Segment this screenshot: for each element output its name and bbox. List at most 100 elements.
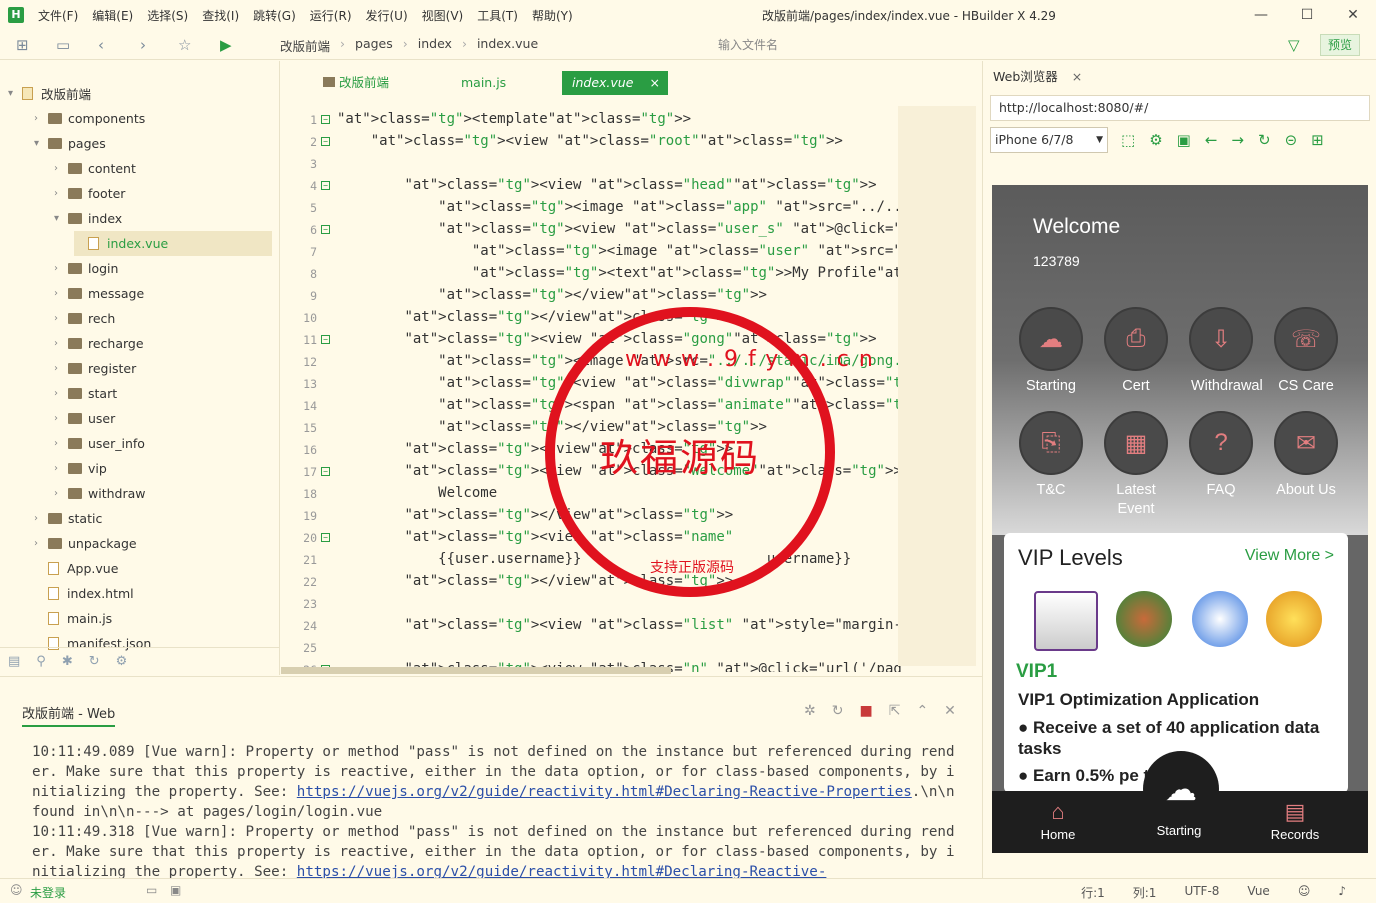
fold-icon[interactable]: −	[321, 137, 330, 146]
screenshot-icon[interactable]: ⬚	[1121, 131, 1135, 149]
device-select[interactable]: iPhone 6/7/8 ▼	[990, 127, 1108, 153]
feedback-icon[interactable]: ☺	[1298, 884, 1311, 901]
debug-icon[interactable]: ✲	[804, 703, 816, 719]
view-more-link[interactable]: View More >	[1245, 547, 1334, 565]
fold-icon[interactable]: −	[321, 335, 330, 344]
tree-item[interactable]: › content	[54, 156, 136, 181]
menu-item[interactable]: 选择(S)	[147, 7, 188, 24]
tab-project[interactable]: 改版前端	[313, 71, 399, 95]
nav-starting[interactable]: Starting	[1139, 823, 1219, 838]
code-line[interactable]: "at">class="tg"></view"at">class="tg">>	[337, 309, 733, 325]
lock-icon[interactable]: ⊝	[1285, 131, 1298, 149]
code-line[interactable]: "at">class="tg"><view "at">class="user_s…	[337, 221, 901, 237]
breadcrumb-item[interactable]: index	[418, 36, 452, 55]
code-line[interactable]: "at">class="tg"><view "at">class="divwra…	[337, 375, 901, 391]
cloud-upload-icon[interactable]: ☁	[1143, 751, 1219, 827]
code-line[interactable]: "at">class="tg"><view "at">class="list" …	[337, 617, 901, 633]
grid-item[interactable]: ⎘ T&C	[1008, 411, 1094, 500]
code-line[interactable]: "at">class="tg"></view"at">class="tg">>	[337, 507, 733, 523]
tab-index-vue[interactable]: index.vue ×	[562, 71, 668, 95]
export-icon[interactable]: ⇱	[889, 703, 901, 719]
code-line[interactable]: "at">class="tg"><view "at">class="Welcom…	[337, 463, 901, 479]
tree-item[interactable]: › user_info	[54, 431, 145, 456]
code-line[interactable]: {{user.username}} username}}	[337, 551, 851, 567]
minimize-button[interactable]: —	[1238, 0, 1284, 30]
tree-item[interactable]: index.vue	[74, 231, 272, 256]
tree-item[interactable]: App.vue	[34, 556, 118, 581]
grid-item[interactable]: ✉ About Us	[1263, 411, 1349, 500]
vip2-badge-icon[interactable]	[1116, 591, 1172, 647]
tree-item[interactable]: › login	[54, 256, 118, 281]
breadcrumb-item[interactable]: index.vue	[477, 36, 538, 55]
file-search-input[interactable]: 输入文件名	[690, 34, 1315, 56]
panel-icon[interactable]: ▭	[146, 883, 157, 897]
menu-item[interactable]: 查找(I)	[202, 7, 239, 24]
nav-records[interactable]: ▤ Records	[1255, 797, 1335, 842]
menu-item[interactable]: 帮助(Y)	[532, 7, 573, 24]
breadcrumb-item[interactable]: 改版前端	[280, 36, 330, 55]
tree-item[interactable]: › static	[34, 506, 102, 531]
code-line[interactable]: "at">class="tg"><span "at">class="animat…	[337, 397, 901, 413]
console-output[interactable]: 10:11:49.089 [Vue warn]: Property or met…	[32, 742, 962, 882]
save-icon[interactable]: ▭	[56, 36, 70, 54]
menu-item[interactable]: 运行(R)	[310, 7, 352, 24]
breadcrumb-item[interactable]: pages	[355, 36, 393, 55]
grid-item[interactable]: ▦ Latest Event	[1093, 411, 1179, 519]
stop-icon[interactable]: ■	[859, 703, 872, 719]
folder-icon[interactable]: ▤	[8, 654, 20, 669]
menu-item[interactable]: 视图(V)	[422, 7, 464, 24]
code-line[interactable]: "at">class="tg"><image "at">class="app" …	[337, 199, 901, 215]
code-line[interactable]: "at">class="tg"><template"at">class="tg"…	[337, 111, 691, 127]
menu-item[interactable]: 发行(U)	[366, 7, 408, 24]
close-icon[interactable]: ×	[650, 71, 660, 95]
console-icon[interactable]: ▣	[1177, 131, 1191, 149]
close-icon[interactable]: ×	[1072, 69, 1082, 84]
browser-tab[interactable]: Web浏览器 ×	[993, 66, 1082, 85]
plugin-icon[interactable]: ⚙	[116, 654, 128, 669]
bug-icon[interactable]: ✱	[62, 654, 73, 669]
code-line[interactable]: "at">class="tg"></view"at">class="tg">>	[337, 287, 767, 303]
encoding[interactable]: UTF-8	[1184, 884, 1219, 901]
fold-icon[interactable]: −	[321, 115, 330, 124]
grid-item[interactable]: ? FAQ	[1178, 411, 1264, 500]
bell-icon[interactable]: ♪	[1338, 884, 1346, 901]
tab-main-js[interactable]: main.js	[451, 71, 516, 95]
tree-item[interactable]: › message	[54, 281, 144, 306]
new-file-icon[interactable]: ⊞	[16, 36, 29, 54]
tree-item[interactable]: › start	[54, 381, 117, 406]
tree-item[interactable]: ▾ index	[54, 206, 122, 231]
restart-icon[interactable]: ↻	[832, 703, 844, 719]
nav-home[interactable]: ⌂ Home	[1018, 797, 1098, 842]
menu-item[interactable]: 工具(T)	[477, 7, 518, 24]
tree-item[interactable]: › withdraw	[54, 481, 145, 506]
fold-icon[interactable]: −	[321, 467, 330, 476]
cursor-line[interactable]: 行:1	[1081, 884, 1105, 901]
minimap[interactable]	[898, 106, 976, 666]
horizontal-scrollbar[interactable]	[281, 667, 671, 674]
tree-item[interactable]: › user	[54, 406, 115, 431]
console-link[interactable]: https://vuejs.org/v2/guide/reactivity.ht…	[297, 784, 912, 800]
code-line[interactable]: Welcome	[337, 485, 497, 501]
grid-item[interactable]: ☏ CS Care	[1263, 307, 1349, 396]
grid-item[interactable]: ⇩ Withdrawal	[1178, 307, 1264, 396]
vip4-badge-icon[interactable]	[1266, 591, 1322, 647]
maximize-button[interactable]: ☐	[1284, 0, 1330, 30]
filter-icon[interactable]: ▽	[1288, 36, 1300, 54]
grid-icon[interactable]: ⊞	[1311, 131, 1324, 149]
tree-item[interactable]: ▾ pages	[34, 131, 106, 156]
collapse-icon[interactable]: ⌃	[916, 703, 928, 719]
console-tab[interactable]: 改版前端 - Web	[22, 703, 116, 727]
code-line[interactable]: "at">class="tg"><view "at">class="gong""…	[337, 331, 876, 347]
code-area[interactable]: 1− "at">class="tg"><template"at">class="t…	[281, 106, 901, 672]
vip3-badge-icon[interactable]	[1192, 591, 1248, 647]
code-line[interactable]: "at">class="tg"><image "at">class="user"…	[337, 243, 901, 259]
tree-item[interactable]: › vip	[54, 456, 107, 481]
code-line[interactable]: "at">class="tg"></view"at">class="tg">>	[337, 419, 767, 435]
reload-icon[interactable]: ↻	[1258, 131, 1271, 149]
tree-item[interactable]: › footer	[54, 181, 125, 206]
bike-icon[interactable]: ⚲	[36, 654, 46, 669]
tree-item[interactable]: › rech	[54, 306, 115, 331]
star-icon[interactable]: ☆	[178, 36, 191, 54]
clear-icon[interactable]: ✕	[944, 703, 956, 719]
refresh-icon[interactable]: ↻	[89, 654, 100, 669]
